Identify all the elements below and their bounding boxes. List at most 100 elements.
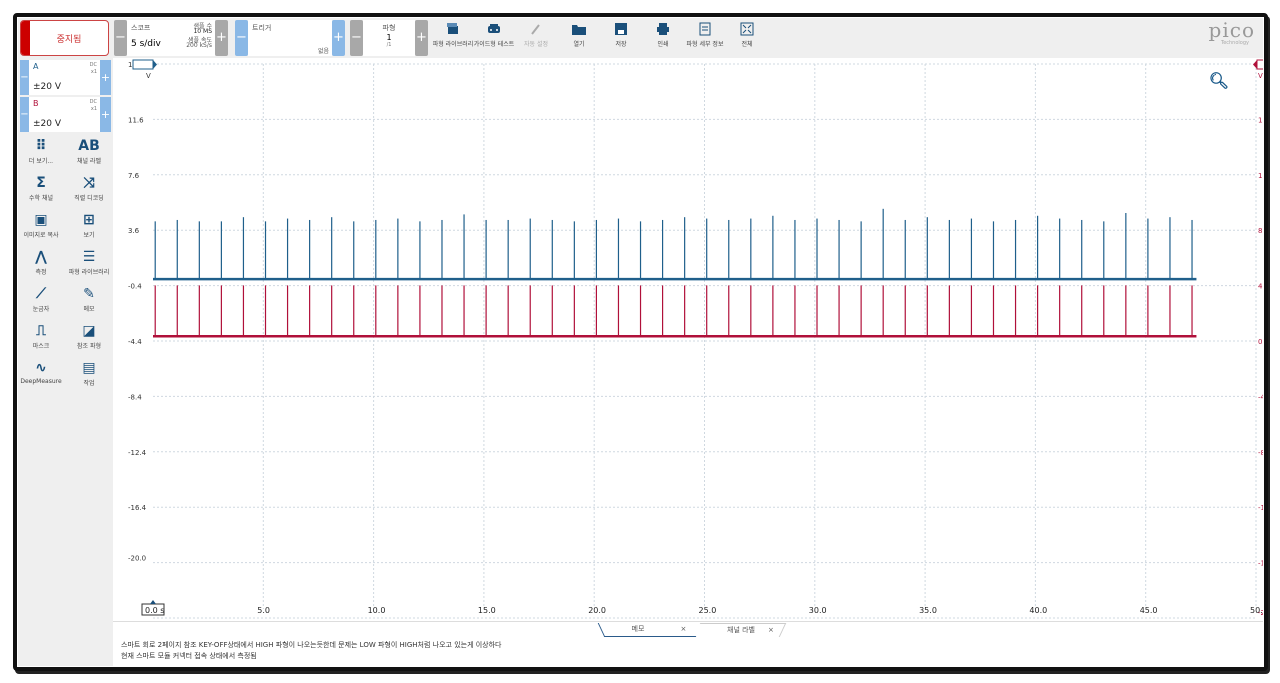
sidebar-item-10[interactable]: ⎍ 마스크 bbox=[18, 321, 64, 355]
channel-probe: x1 bbox=[90, 69, 97, 75]
zoom-icon[interactable]: 🔍︎ bbox=[1209, 71, 1229, 90]
save-icon bbox=[615, 23, 627, 35]
pico-logo: pico Technology bbox=[1208, 18, 1255, 46]
sidebar-icon: ⟋ bbox=[36, 286, 46, 302]
rate-value: 200 kS/s bbox=[186, 42, 212, 49]
channel-coupling[interactable]: DC bbox=[90, 62, 97, 68]
trigger-decrease-button[interactable]: − bbox=[235, 20, 248, 56]
range-decrease-button[interactable]: − bbox=[20, 97, 29, 132]
sidebar-item-label: 측정 bbox=[35, 269, 47, 276]
note-line[interactable]: 현재 스마트 모듈 커넥터 접속 상태에서 측정됨 bbox=[121, 651, 257, 661]
trigger-control[interactable]: 트리거 없음 bbox=[248, 20, 332, 56]
timebase-increase-button[interactable]: + bbox=[215, 20, 228, 56]
sidebar-icon: Σ bbox=[36, 175, 46, 191]
right-axis-tick: -8.0 bbox=[1258, 449, 1263, 457]
tab-notes-label: 메모 bbox=[631, 625, 645, 633]
folder-icon bbox=[572, 25, 586, 35]
sidebar-item-4[interactable]: ▣ 이미지로 복사 bbox=[18, 210, 64, 244]
toolbar-button-print[interactable]: 인쇄 bbox=[642, 21, 684, 55]
toolbar-button-car[interactable]: 가이드형 테스트 bbox=[473, 21, 515, 55]
sidebar-item-3[interactable]: ⤨ 직렬 디코딩 bbox=[66, 173, 112, 207]
sidebar-item-2[interactable]: Σ 수학 채널 bbox=[18, 173, 64, 207]
trigger-mode: 없음 bbox=[317, 48, 329, 55]
close-icon[interactable]: × bbox=[681, 623, 687, 635]
sidebar-item-label: 더 보기... bbox=[28, 158, 54, 165]
car-icon bbox=[488, 24, 500, 33]
sidebar-icon: ⋀ bbox=[35, 249, 47, 265]
toolbar-button-label: 전체 bbox=[741, 41, 753, 48]
trigger-increase-button[interactable]: + bbox=[332, 20, 345, 56]
toolbar-button-fullscreen[interactable]: 전체 bbox=[726, 21, 768, 55]
tab-channel-labels-label: 채널 라벨 bbox=[727, 626, 755, 634]
sidebar-item-label: 메모 bbox=[83, 306, 95, 313]
fullscreen-icon bbox=[740, 22, 754, 36]
sidebar-item-12[interactable]: ∿ DeepMeasure bbox=[18, 358, 64, 392]
channel-a-axis-marker bbox=[132, 59, 154, 70]
channel-coupling[interactable]: DC bbox=[90, 99, 97, 105]
sidebar-item-label: 채널 라벨 bbox=[77, 158, 101, 165]
right-axis-tick: 0.0 bbox=[1258, 338, 1263, 346]
sidebar-icon: ▤ bbox=[82, 360, 96, 376]
range-increase-button[interactable]: + bbox=[100, 60, 111, 95]
wand-icon bbox=[531, 24, 540, 35]
channel-range: ±20 V bbox=[33, 82, 62, 92]
trigger-label: 트리거 bbox=[252, 24, 272, 32]
toolbar-button-waveform-library[interactable]: 파형 라이브러리 bbox=[432, 21, 474, 55]
toolbar-button-label: 가이드형 테스트 bbox=[473, 41, 515, 48]
left-axis-tick: -8.4 bbox=[128, 393, 142, 401]
waveform-prev-button[interactable]: − bbox=[350, 20, 363, 56]
note-line[interactable]: 스마트 회로 2페이지 참조 KEY-OFF상태에서 HIGH 파형이 나오는듯… bbox=[121, 640, 502, 650]
sidebar-item-0[interactable]: ⠿ 더 보기... bbox=[18, 136, 64, 170]
toolbar-button-clipboard[interactable]: 파형 세부 정보 bbox=[684, 21, 726, 55]
channel-a-control[interactable]: − A DC x1 ±20 V + bbox=[20, 60, 111, 95]
x-tick-label: 10.0 bbox=[368, 606, 386, 615]
sidebar-icon: ⎍ bbox=[36, 323, 46, 339]
toolbar-button-wand[interactable]: 자동 설정 bbox=[515, 21, 557, 55]
sidebar-item-9[interactable]: ✎ 메모 bbox=[66, 284, 112, 318]
sidebar-item-1[interactable]: AB 채널 라벨 bbox=[66, 136, 112, 170]
close-icon[interactable]: × bbox=[768, 624, 774, 636]
waveform-library-icon bbox=[447, 23, 458, 34]
run-status: 중지됨 bbox=[56, 35, 82, 45]
sidebar-item-label: DeepMeasure bbox=[20, 378, 62, 385]
timebase-control[interactable]: 스코프 5 s/div 샘플 수 10 MS 샘플 속도 200 kS/s bbox=[127, 20, 215, 56]
range-decrease-button[interactable]: − bbox=[20, 60, 29, 95]
sidebar-item-13[interactable]: ▤ 작업 bbox=[66, 358, 112, 392]
timebase-value: 5 s/div bbox=[131, 39, 161, 49]
notes-panel: 메모 × 채널 라벨 × 스마트 회로 2페이지 참조 KEY-OFF상태에서 HI… bbox=[113, 621, 1263, 666]
tab-notes[interactable]: 메모 × bbox=[597, 623, 697, 637]
timebase-decrease-button[interactable]: − bbox=[114, 20, 127, 56]
sidebar-item-6[interactable]: ⋀ 측정 bbox=[18, 247, 64, 281]
sidebar-item-11[interactable]: ◪ 참조 파형 bbox=[66, 321, 112, 355]
left-axis-tick: -0.4 bbox=[128, 283, 142, 291]
tab-channel-labels[interactable]: 채널 라벨 × bbox=[693, 623, 787, 637]
sidebar-item-8[interactable]: ⟋ 눈금자 bbox=[18, 284, 64, 318]
right-axis-tick: 4.0 bbox=[1258, 283, 1263, 291]
right-axis-tick: 12.0 bbox=[1258, 172, 1263, 180]
sidebar: − A DC x1 ±20 V + − B DC x1 ±20 V + ⠿ 더 보기... AB 채널 라벨… bbox=[18, 58, 113, 666]
waveform-next-button[interactable]: + bbox=[415, 20, 428, 56]
sidebar-item-label: 이미지로 복사 bbox=[23, 232, 59, 239]
sidebar-icon: ⤨ bbox=[83, 175, 95, 191]
sidebar-item-label: 작업 bbox=[83, 380, 95, 387]
x-tick-label: 45.0 bbox=[1140, 606, 1158, 615]
toolbar-button-save[interactable]: 저장 bbox=[600, 21, 642, 55]
waveform-label: 파형 bbox=[382, 24, 396, 32]
x-tick-label: 20.0 bbox=[588, 606, 606, 615]
right-axis-tick: -16.0 bbox=[1258, 560, 1263, 568]
scope-view: 0.0 s 5.0 10.0 15.0 20.0 25.0 30.0 35.0 40.0 45.0… bbox=[113, 58, 1278, 621]
toolbar-button-label: 저장 bbox=[615, 41, 627, 48]
waveform-chart: 0.0 s 5.0 10.0 15.0 20.0 25.0 30.0 35.0 40.0 45.0… bbox=[128, 59, 1278, 619]
x-tick-label: 15.0 bbox=[478, 606, 496, 615]
range-increase-button[interactable]: + bbox=[100, 97, 111, 132]
x-tick-label: 35.0 bbox=[919, 606, 937, 615]
channel-b-control[interactable]: − B DC x1 ±20 V + bbox=[20, 97, 111, 132]
run-stop-button[interactable]: 중지됨 bbox=[20, 20, 109, 56]
sidebar-item-5[interactable]: ⊞ 보기 bbox=[66, 210, 112, 244]
trigger-time-icon bbox=[150, 600, 156, 604]
scope-label: 스코프 bbox=[131, 24, 151, 32]
toolbar-button-label: 파형 라이브러리 bbox=[432, 41, 474, 48]
toolbar-button-folder[interactable]: 열기 bbox=[558, 21, 600, 55]
sidebar-item-label: 직렬 디코딩 bbox=[74, 195, 104, 202]
sidebar-item-7[interactable]: ☰ 파형 라이브러리 bbox=[66, 247, 112, 281]
